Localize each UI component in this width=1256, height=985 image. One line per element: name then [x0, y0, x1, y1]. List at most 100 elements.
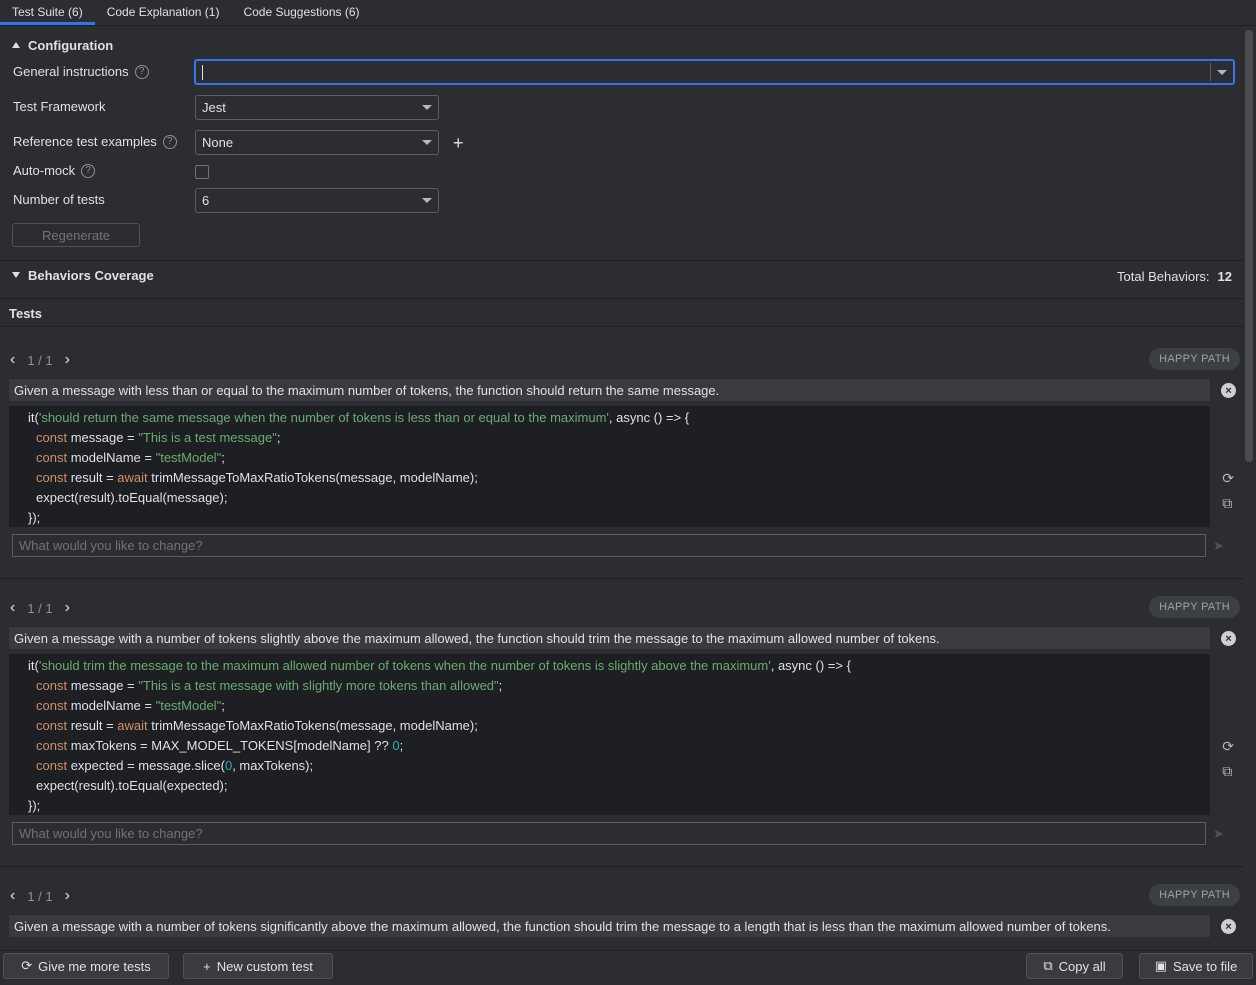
- test-framework-label-row: Test Framework: [13, 99, 105, 114]
- chevron-left-icon[interactable]: ‹: [10, 351, 15, 369]
- code-line: const expected = message.slice(0, maxTok…: [28, 756, 1210, 776]
- plus-icon: +: [203, 958, 211, 974]
- divider: [0, 578, 1244, 579]
- chevron-down-icon: [422, 198, 432, 203]
- code-string: "testModel": [155, 450, 222, 465]
- auto-mock-label: Auto-mock: [13, 163, 76, 178]
- collapse-icon: [12, 42, 20, 48]
- code-text: it(: [28, 410, 39, 425]
- new-custom-test-label: New custom test: [216, 958, 313, 974]
- happy-path-badge: HAPPY PATH: [1149, 596, 1240, 618]
- text-cursor: [202, 64, 203, 80]
- divider: [0, 866, 1244, 867]
- chevron-left-icon[interactable]: ‹: [10, 599, 15, 617]
- code-keyword: const: [36, 758, 68, 773]
- refresh-icon: ⟳: [21, 958, 33, 973]
- pager-text: 1 / 1: [27, 600, 53, 616]
- general-instructions-label: General instructions: [13, 64, 129, 79]
- help-icon[interactable]: ?: [162, 134, 177, 149]
- chevron-down-icon[interactable]: [1217, 70, 1227, 75]
- vertical-scrollbar[interactable]: [1245, 30, 1253, 462]
- code-string: 'should return the same message when the…: [38, 410, 609, 425]
- behaviors-coverage-header[interactable]: Behaviors Coverage: [0, 256, 1244, 294]
- test-card: ‹ 1 / 1 › HAPPY PATH Given a message wit…: [0, 884, 1244, 950]
- code-line: it('should trim the message to the maxim…: [28, 656, 1210, 676]
- code-string: "This is a test message": [138, 430, 277, 445]
- code-text: it(: [28, 658, 39, 673]
- number-of-tests-select[interactable]: 6: [195, 188, 439, 213]
- help-icon[interactable]: ?: [134, 64, 149, 79]
- tab-test-suite[interactable]: Test Suite (6): [0, 0, 95, 25]
- code-block: it('should trim the message to the maxim…: [9, 654, 1210, 815]
- regenerate-button[interactable]: Regenerate: [12, 223, 140, 247]
- tab-code-suggestions[interactable]: Code Suggestions (6): [231, 0, 371, 25]
- code-string: "This is a test message with slightly mo…: [138, 678, 499, 693]
- code-line: const modelName = "testModel";: [28, 696, 1210, 716]
- code-text: trimMessageToMaxRatioTokens(message, mod…: [147, 718, 478, 733]
- close-icon[interactable]: ×: [1221, 631, 1236, 646]
- test-framework-value: Jest: [202, 100, 226, 115]
- code-keyword: await: [117, 718, 148, 733]
- code-line: const result = await trimMessageToMaxRat…: [28, 468, 1210, 488]
- refresh-icon[interactable]: ⟳: [1222, 738, 1234, 755]
- change-input[interactable]: What would you like to change?: [12, 822, 1206, 845]
- copy-icon[interactable]: ⧉: [1222, 495, 1234, 512]
- code-block: it('should return the same message when …: [9, 406, 1210, 527]
- reference-examples-select[interactable]: None: [195, 130, 439, 155]
- divider: [0, 326, 1244, 327]
- code-keyword: const: [36, 698, 68, 713]
- code-text: trimMessageToMaxRatioTokens(message, mod…: [147, 470, 478, 485]
- code-keyword: await: [117, 470, 148, 485]
- configuration-title: Configuration: [28, 37, 114, 53]
- general-instructions-combo[interactable]: [194, 59, 1235, 85]
- save-to-file-button[interactable]: ▣ Save to file: [1139, 953, 1253, 979]
- total-behaviors-label: Total Behaviors:: [1117, 269, 1210, 284]
- test-framework-select[interactable]: Jest: [195, 95, 439, 120]
- tab-code-explanation[interactable]: Code Explanation (1): [95, 0, 232, 25]
- copy-all-button[interactable]: ⧉ Copy all: [1026, 953, 1123, 979]
- test-pager: ‹ 1 / 1 ›: [10, 351, 70, 369]
- code-text: modelName =: [67, 450, 156, 465]
- plus-icon[interactable]: +: [453, 133, 464, 154]
- code-text: ;: [399, 738, 404, 753]
- reference-examples-label: Reference test examples: [13, 134, 157, 149]
- test-description: Given a message with a number of tokens …: [9, 915, 1210, 937]
- chevron-right-icon[interactable]: ›: [65, 887, 70, 905]
- code-line: const modelName = "testModel";: [28, 448, 1210, 468]
- send-icon[interactable]: ➤: [1213, 538, 1224, 554]
- code-line: expect(result).toEqual(expected);: [36, 778, 228, 793]
- code-keyword: const: [36, 470, 68, 485]
- code-text: maxTokens = MAX_MODEL_TOKENS[modelName] …: [67, 738, 393, 753]
- code-number: 0: [392, 738, 400, 753]
- close-icon[interactable]: ×: [1221, 919, 1236, 934]
- tab-bar: Test Suite (6) Code Explanation (1) Code…: [0, 0, 1256, 26]
- refresh-icon[interactable]: ⟳: [1222, 470, 1234, 487]
- code-text: ;: [221, 698, 225, 713]
- code-keyword: const: [36, 738, 68, 753]
- code-text: ;: [221, 450, 225, 465]
- code-line: const maxTokens = MAX_MODEL_TOKENS[model…: [28, 736, 1210, 756]
- save-to-file-label: Save to file: [1172, 958, 1238, 974]
- code-string: "testModel": [155, 698, 222, 713]
- change-input[interactable]: What would you like to change?: [12, 534, 1206, 557]
- chevron-right-icon[interactable]: ›: [65, 599, 70, 617]
- code-string: 'should trim the message to the maximum …: [38, 658, 771, 673]
- chevron-down-icon: [422, 140, 432, 145]
- code-keyword: const: [36, 718, 68, 733]
- new-custom-test-button[interactable]: + New custom test: [183, 953, 333, 979]
- copy-icon[interactable]: ⧉: [1222, 763, 1234, 780]
- test-description: Given a message with a number of tokens …: [9, 627, 1210, 649]
- number-of-tests-value: 6: [202, 193, 210, 208]
- chevron-left-icon[interactable]: ‹: [10, 887, 15, 905]
- code-text: ;: [498, 678, 503, 693]
- test-actions: ⟳ ⧉: [1222, 470, 1234, 512]
- test-card: ‹ 1 / 1 › HAPPY PATH Given a message wit…: [0, 596, 1244, 866]
- help-icon[interactable]: ?: [81, 163, 96, 178]
- close-icon[interactable]: ×: [1221, 383, 1236, 398]
- happy-path-badge: HAPPY PATH: [1149, 884, 1240, 906]
- send-icon[interactable]: ➤: [1213, 826, 1224, 842]
- chevron-right-icon[interactable]: ›: [65, 351, 70, 369]
- give-more-tests-button[interactable]: ⟳ Give me more tests: [3, 953, 169, 979]
- tests-title: Tests: [9, 305, 42, 321]
- auto-mock-checkbox[interactable]: [195, 165, 209, 179]
